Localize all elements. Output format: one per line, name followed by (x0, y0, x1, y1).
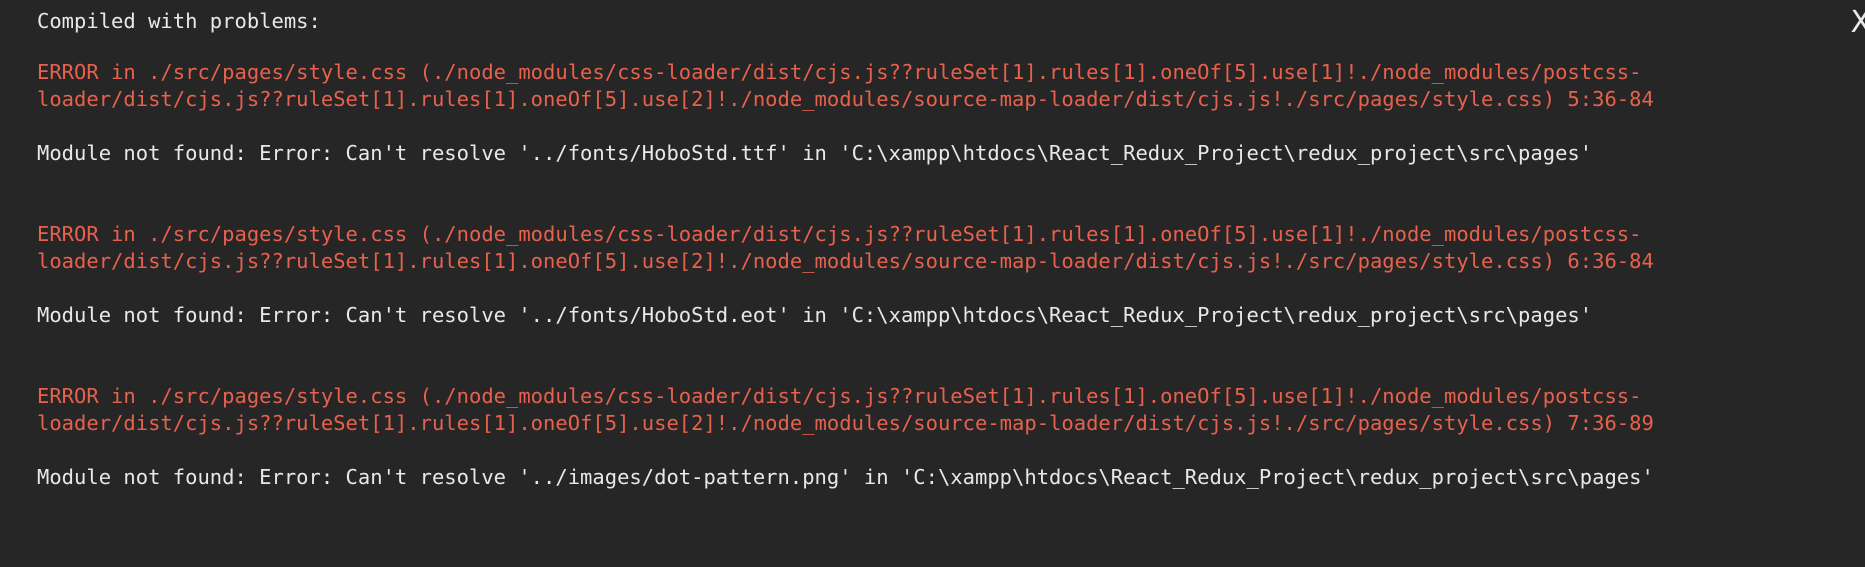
error-header-line: ERROR in ./src/pages/style.css (./node_m… (37, 384, 1642, 408)
error-block-2: ERROR in ./src/pages/style.css (./node_m… (37, 221, 1828, 329)
close-button[interactable]: X (1850, 6, 1865, 40)
error-message: Module not found: Error: Can't resolve '… (37, 465, 1654, 489)
error-header-line: ERROR in ./src/pages/style.css (./node_m… (37, 222, 1642, 246)
error-header-line: loader/dist/cjs.js??ruleSet[1].rules[1].… (37, 249, 1654, 273)
overlay-title: Compiled with problems: (37, 9, 321, 33)
error-overlay: X Compiled with problems: ERROR in ./src… (0, 0, 1865, 567)
error-header-line: loader/dist/cjs.js??ruleSet[1].rules[1].… (37, 87, 1654, 111)
error-header-line: loader/dist/cjs.js??ruleSet[1].rules[1].… (37, 411, 1654, 435)
error-block-1: ERROR in ./src/pages/style.css (./node_m… (37, 59, 1828, 167)
error-message: Module not found: Error: Can't resolve '… (37, 303, 1593, 327)
error-message: Module not found: Error: Can't resolve '… (37, 141, 1593, 165)
error-header-line: ERROR in ./src/pages/style.css (./node_m… (37, 60, 1642, 84)
error-block-3: ERROR in ./src/pages/style.css (./node_m… (37, 383, 1828, 491)
